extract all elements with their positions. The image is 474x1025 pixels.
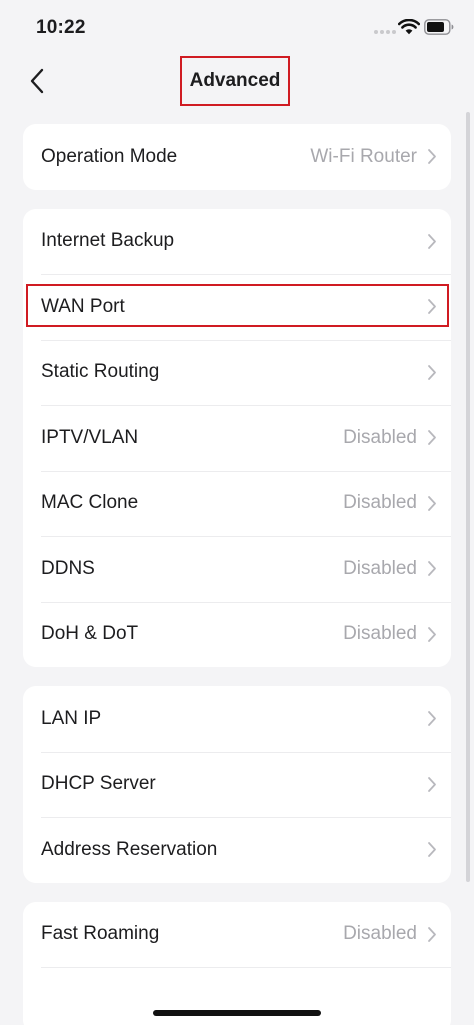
battery-icon	[424, 19, 454, 35]
chevron-right-icon	[428, 149, 436, 165]
list-item-label: Static Routing	[41, 361, 160, 383]
list-item-doh-and-dot[interactable]: DoH & DoT Disabled	[23, 601, 451, 668]
chevron-right-icon	[428, 430, 436, 446]
settings-group: Operation Mode Wi-Fi Router	[23, 124, 451, 190]
chevron-right-icon	[428, 711, 436, 727]
list-item-label: LAN IP	[41, 707, 102, 729]
settings-group: Fast Roaming Disabled	[23, 901, 451, 1025]
scroll-indicator[interactable]	[466, 112, 470, 882]
list-item-label: Address Reservation	[41, 838, 218, 860]
list-item-value: Disabled	[343, 557, 417, 579]
list-item-value: Disabled	[343, 426, 417, 448]
chevron-right-icon	[428, 299, 436, 315]
home-indicator[interactable]	[153, 1010, 321, 1016]
chevron-right-icon	[428, 364, 436, 380]
chevron-right-icon	[428, 561, 436, 577]
list-item-item[interactable]	[23, 967, 451, 1025]
list-item-ddns[interactable]: DDNS Disabled	[23, 536, 451, 602]
list-item-operation-mode[interactable]: Operation Mode Wi-Fi Router	[23, 124, 451, 190]
list-item-label: Fast Roaming	[41, 923, 160, 945]
list-item-lan-ip[interactable]: LAN IP	[23, 686, 451, 752]
chevron-right-icon	[428, 495, 436, 511]
list-item-label: WAN Port	[41, 295, 125, 317]
chevron-right-icon	[428, 842, 436, 858]
list-item-value: Wi-Fi Router	[310, 145, 417, 167]
list-item-iptv-vlan[interactable]: IPTV/VLAN Disabled	[23, 405, 451, 471]
list-item-value: Disabled	[343, 923, 417, 945]
list-item-label: Internet Backup	[41, 230, 175, 252]
list-item-label: DHCP Server	[41, 773, 156, 795]
status-time: 10:22	[36, 17, 86, 38]
settings-group: LAN IP DHCP Server Address Reservation	[23, 686, 451, 883]
status-bar: 10:22	[0, 0, 474, 56]
list-item-static-routing[interactable]: Static Routing	[23, 339, 451, 406]
settings-group: Internet Backup WAN Port Static Routing IPT…	[23, 208, 451, 668]
list-item-mac-clone[interactable]: MAC Clone Disabled	[23, 470, 451, 537]
nav-bar: Advanced	[0, 56, 474, 108]
list-item-label: DoH & DoT	[41, 623, 139, 645]
screen: 10:22 Advanced Operation Mode Wi-Fi Route…	[0, 0, 474, 1025]
list-item-internet-backup[interactable]: Internet Backup	[23, 209, 451, 275]
list-item-label: DDNS	[41, 557, 95, 579]
list-item-fast-roaming[interactable]: Fast Roaming Disabled	[23, 902, 451, 968]
list-item-value: Disabled	[343, 492, 417, 514]
list-item-value: Disabled	[343, 623, 417, 645]
chevron-right-icon	[428, 626, 436, 642]
list-item-label: MAC Clone	[41, 492, 139, 514]
back-button[interactable]	[22, 64, 52, 98]
list-item-dhcp-server[interactable]: DHCP Server	[23, 751, 451, 818]
settings-list: Operation Mode Wi-Fi Router Internet Backu…	[23, 124, 451, 1025]
wifi-icon	[398, 19, 420, 35]
list-item-label: Operation Mode	[41, 145, 178, 167]
chevron-right-icon	[428, 233, 436, 249]
chevron-right-icon	[428, 926, 436, 942]
list-item-label: IPTV/VLAN	[41, 426, 139, 448]
list-item-address-reservation[interactable]: Address Reservation	[23, 817, 451, 883]
chevron-left-icon	[30, 68, 44, 94]
page-title: Advanced	[180, 56, 290, 106]
signal-dots-icon	[374, 30, 396, 34]
chevron-right-icon	[428, 776, 436, 792]
list-item-wan-port[interactable]: WAN Port	[23, 274, 451, 340]
